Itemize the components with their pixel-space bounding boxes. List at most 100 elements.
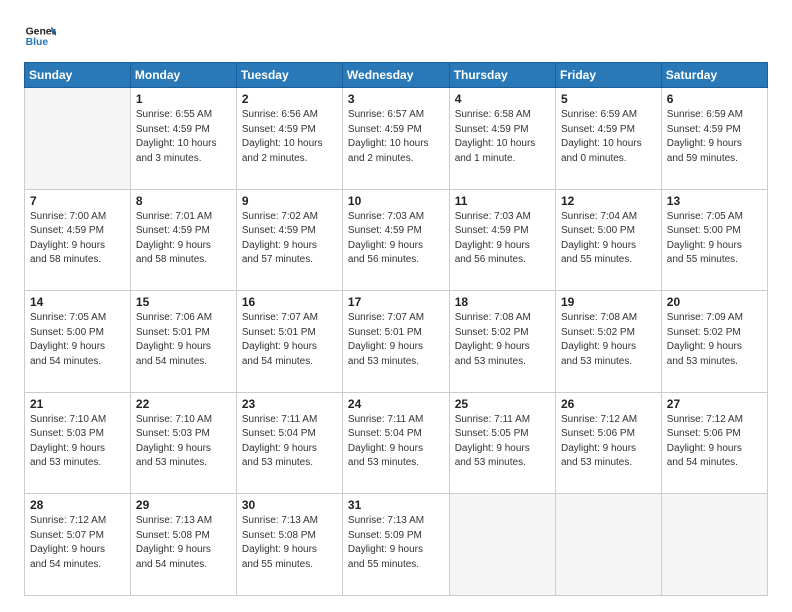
calendar-cell: 19Sunrise: 7:08 AMSunset: 5:02 PMDayligh… <box>555 291 661 393</box>
day-number: 17 <box>348 295 444 309</box>
week-row-3: 21Sunrise: 7:10 AMSunset: 5:03 PMDayligh… <box>25 392 768 494</box>
day-number: 23 <box>242 397 337 411</box>
day-info: Sunrise: 7:08 AMSunset: 5:02 PMDaylight:… <box>455 311 550 369</box>
calendar-cell: 27 Sunrise: 7:12 AMSunset: 5:06 PMDayligh… <box>661 392 767 494</box>
day-number: 15 <box>136 295 231 309</box>
calendar-cell: 23 Sunrise: 7:11 AMSunset: 5:04 PMDayligh… <box>236 392 342 494</box>
day-number: 16 <box>242 295 337 309</box>
day-info: Sunrise: 7:02 AMSunset: 4:59 PMDaylight:… <box>242 210 337 268</box>
calendar-cell: 29Sunrise: 7:13 AMSunset: 5:08 PMDayligh… <box>130 494 236 596</box>
day-number: 4 <box>455 92 550 106</box>
calendar-cell: 14 Sunrise: 7:05 AMSunset: 5:00 PMDayligh… <box>25 291 131 393</box>
calendar-cell: 21Sunrise: 7:10 AMSunset: 5:03 PMDayligh… <box>25 392 131 494</box>
day-number: 9 <box>242 194 337 208</box>
day-info: Sunrise: 6:55 AMSunset: 4:59 PMDaylight:… <box>136 108 231 166</box>
day-number: 3 <box>348 92 444 106</box>
day-number: 13 <box>667 194 762 208</box>
day-number: 2 <box>242 92 337 106</box>
weekday-saturday: Saturday <box>661 63 767 88</box>
week-row-2: 14 Sunrise: 7:05 AMSunset: 5:00 PMDayligh… <box>25 291 768 393</box>
page-header: General Blue <box>24 20 768 52</box>
calendar-cell: 12 Sunrise: 7:04 AMSunset: 5:00 PMDayligh… <box>555 189 661 291</box>
svg-text:Blue: Blue <box>26 37 49 48</box>
calendar-cell: 7 Sunrise: 7:00 AMSunset: 4:59 PMDaylight… <box>25 189 131 291</box>
day-number: 12 <box>561 194 656 208</box>
calendar-cell: 31 Sunrise: 7:13 AMSunset: 5:09 PMDayligh… <box>342 494 449 596</box>
weekday-tuesday: Tuesday <box>236 63 342 88</box>
day-info: Sunrise: 7:05 AMSunset: 5:00 PMDaylight:… <box>667 210 762 268</box>
week-row-0: 1 Sunrise: 6:55 AMSunset: 4:59 PMDaylight… <box>25 88 768 190</box>
day-number: 1 <box>136 92 231 106</box>
weekday-monday: Monday <box>130 63 236 88</box>
day-number: 31 <box>348 498 444 512</box>
day-number: 25 <box>455 397 550 411</box>
calendar-cell: 30Sunrise: 7:13 AMSunset: 5:08 PMDayligh… <box>236 494 342 596</box>
day-number: 11 <box>455 194 550 208</box>
day-info: Sunrise: 7:12 AMSunset: 5:06 PMDaylight:… <box>561 413 656 471</box>
day-info: Sunrise: 6:58 AMSunset: 4:59 PMDaylight:… <box>455 108 550 166</box>
calendar-cell: 24Sunrise: 7:11 AMSunset: 5:04 PMDayligh… <box>342 392 449 494</box>
day-info: Sunrise: 6:59 AMSunset: 4:59 PMDaylight:… <box>667 108 762 166</box>
day-info: Sunrise: 7:00 AMSunset: 4:59 PMDaylight:… <box>30 210 125 268</box>
calendar-cell: 5 Sunrise: 6:59 AMSunset: 4:59 PMDaylight… <box>555 88 661 190</box>
calendar-cell: 15Sunrise: 7:06 AMSunset: 5:01 PMDayligh… <box>130 291 236 393</box>
calendar-cell <box>661 494 767 596</box>
calendar-cell: 16 Sunrise: 7:07 AMSunset: 5:01 PMDayligh… <box>236 291 342 393</box>
day-info: Sunrise: 7:03 AMSunset: 4:59 PMDaylight:… <box>348 210 444 268</box>
calendar-cell: 2 Sunrise: 6:56 AMSunset: 4:59 PMDaylight… <box>236 88 342 190</box>
weekday-sunday: Sunday <box>25 63 131 88</box>
calendar-cell: 13 Sunrise: 7:05 AMSunset: 5:00 PMDayligh… <box>661 189 767 291</box>
day-info: Sunrise: 7:07 AMSunset: 5:01 PMDaylight:… <box>348 311 444 369</box>
calendar-cell: 11 Sunrise: 7:03 AMSunset: 4:59 PMDayligh… <box>449 189 555 291</box>
calendar-cell: 17 Sunrise: 7:07 AMSunset: 5:01 PMDayligh… <box>342 291 449 393</box>
day-number: 8 <box>136 194 231 208</box>
day-info: Sunrise: 7:11 AMSunset: 5:05 PMDaylight:… <box>455 413 550 471</box>
logo-icon: General Blue <box>24 20 56 52</box>
calendar-cell: 26 Sunrise: 7:12 AMSunset: 5:06 PMDayligh… <box>555 392 661 494</box>
day-number: 27 <box>667 397 762 411</box>
day-info: Sunrise: 6:57 AMSunset: 4:59 PMDaylight:… <box>348 108 444 166</box>
calendar-cell: 3 Sunrise: 6:57 AMSunset: 4:59 PMDaylight… <box>342 88 449 190</box>
calendar-cell: 20 Sunrise: 7:09 AMSunset: 5:02 PMDayligh… <box>661 291 767 393</box>
day-info: Sunrise: 7:10 AMSunset: 5:03 PMDaylight:… <box>30 413 125 471</box>
day-info: Sunrise: 7:10 AMSunset: 5:03 PMDaylight:… <box>136 413 231 471</box>
day-info: Sunrise: 7:05 AMSunset: 5:00 PMDaylight:… <box>30 311 125 369</box>
calendar-cell: 22 Sunrise: 7:10 AMSunset: 5:03 PMDayligh… <box>130 392 236 494</box>
day-info: Sunrise: 6:59 AMSunset: 4:59 PMDaylight:… <box>561 108 656 166</box>
day-number: 14 <box>30 295 125 309</box>
day-number: 7 <box>30 194 125 208</box>
day-number: 20 <box>667 295 762 309</box>
calendar-cell: 6Sunrise: 6:59 AMSunset: 4:59 PMDaylight… <box>661 88 767 190</box>
day-info: Sunrise: 7:11 AMSunset: 5:04 PMDaylight:… <box>242 413 337 471</box>
calendar-cell <box>555 494 661 596</box>
calendar-cell <box>25 88 131 190</box>
calendar-table: SundayMondayTuesdayWednesdayThursdayFrid… <box>24 62 768 596</box>
calendar-cell: 25 Sunrise: 7:11 AMSunset: 5:05 PMDayligh… <box>449 392 555 494</box>
day-info: Sunrise: 7:09 AMSunset: 5:02 PMDaylight:… <box>667 311 762 369</box>
day-info: Sunrise: 7:04 AMSunset: 5:00 PMDaylight:… <box>561 210 656 268</box>
weekday-thursday: Thursday <box>449 63 555 88</box>
day-info: Sunrise: 7:12 AMSunset: 5:06 PMDaylight:… <box>667 413 762 471</box>
day-number: 26 <box>561 397 656 411</box>
calendar-cell: 8Sunrise: 7:01 AMSunset: 4:59 PMDaylight… <box>130 189 236 291</box>
day-number: 28 <box>30 498 125 512</box>
day-number: 22 <box>136 397 231 411</box>
day-info: Sunrise: 7:07 AMSunset: 5:01 PMDaylight:… <box>242 311 337 369</box>
day-info: Sunrise: 7:13 AMSunset: 5:09 PMDaylight:… <box>348 514 444 572</box>
calendar-cell: 4 Sunrise: 6:58 AMSunset: 4:59 PMDaylight… <box>449 88 555 190</box>
day-number: 24 <box>348 397 444 411</box>
calendar-cell: 9 Sunrise: 7:02 AMSunset: 4:59 PMDaylight… <box>236 189 342 291</box>
calendar-cell: 10Sunrise: 7:03 AMSunset: 4:59 PMDayligh… <box>342 189 449 291</box>
calendar-cell: 18 Sunrise: 7:08 AMSunset: 5:02 PMDayligh… <box>449 291 555 393</box>
calendar-cell: 1 Sunrise: 6:55 AMSunset: 4:59 PMDaylight… <box>130 88 236 190</box>
weekday-friday: Friday <box>555 63 661 88</box>
day-info: Sunrise: 6:56 AMSunset: 4:59 PMDaylight:… <box>242 108 337 166</box>
day-number: 5 <box>561 92 656 106</box>
weekday-wednesday: Wednesday <box>342 63 449 88</box>
calendar-cell: 28Sunrise: 7:12 AMSunset: 5:07 PMDayligh… <box>25 494 131 596</box>
day-info: Sunrise: 7:03 AMSunset: 4:59 PMDaylight:… <box>455 210 550 268</box>
day-number: 18 <box>455 295 550 309</box>
calendar-cell <box>449 494 555 596</box>
day-info: Sunrise: 7:08 AMSunset: 5:02 PMDaylight:… <box>561 311 656 369</box>
week-row-1: 7 Sunrise: 7:00 AMSunset: 4:59 PMDaylight… <box>25 189 768 291</box>
